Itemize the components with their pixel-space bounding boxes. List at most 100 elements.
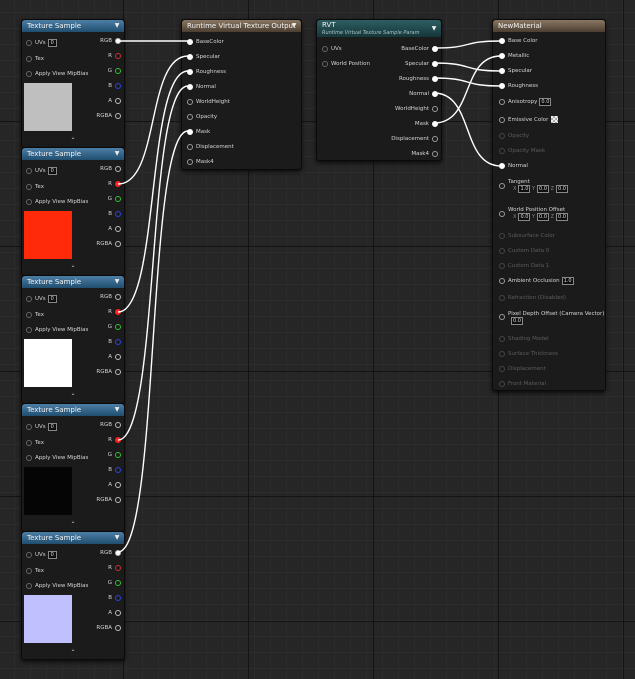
texture-sample-header[interactable]: Texture Sample ▼ (22, 532, 124, 544)
pin-circle-icon[interactable] (26, 56, 32, 62)
texture-sample-node[interactable]: Texture Sample ▼ UVs 0 Tex Apply View Mip… (21, 403, 125, 532)
pin-circle-icon[interactable] (187, 69, 193, 75)
pin-circle-icon[interactable] (115, 38, 121, 44)
pin-circle-icon[interactable] (26, 583, 32, 589)
pin-circle-icon[interactable] (115, 53, 121, 59)
pin-circle-icon[interactable] (499, 211, 505, 217)
pin-circle-icon[interactable] (115, 196, 121, 202)
pin-circle-icon[interactable] (115, 309, 121, 315)
chevron-down-icon[interactable]: ▼ (113, 148, 121, 160)
uvs-input[interactable]: 0 (47, 551, 57, 559)
pin-circle-icon[interactable] (432, 106, 438, 112)
pin-circle-icon[interactable] (26, 184, 32, 190)
pin-circle-icon[interactable] (115, 467, 121, 473)
pin-circle-icon[interactable] (115, 550, 121, 556)
pin-circle-icon[interactable] (26, 312, 32, 318)
pin-circle-icon[interactable] (115, 452, 121, 458)
pin-circle-icon[interactable] (499, 163, 505, 169)
pin-circle-icon[interactable] (115, 437, 121, 443)
anisotropy-input[interactable]: 0.0 (539, 98, 552, 106)
rvt-sample-header[interactable]: RVT Runtime Virtual Texture Sample Param… (317, 20, 441, 37)
pin-circle-icon[interactable] (115, 482, 121, 488)
pin-circle-icon[interactable] (322, 46, 328, 52)
pin-circle-icon[interactable] (26, 455, 32, 461)
pin-circle-icon[interactable] (432, 91, 438, 97)
pin-circle-icon[interactable] (115, 113, 121, 119)
pin-circle-icon[interactable] (26, 199, 32, 205)
pin-circle-icon[interactable] (499, 314, 505, 320)
wpo-z-input[interactable]: 0.0 (556, 213, 568, 221)
chevron-down-icon[interactable]: ▼ (113, 532, 121, 544)
tangent-x-input[interactable]: 1.0 (518, 185, 531, 193)
pin-circle-icon[interactable] (432, 151, 438, 157)
texture-sample-node[interactable]: Texture Sample ▼ UVs 0 Tex Apply View Mip… (21, 531, 125, 660)
pin-circle-icon[interactable] (26, 71, 32, 77)
material-header[interactable]: NewMaterial (493, 20, 605, 32)
pin-circle-icon[interactable] (115, 181, 121, 187)
uvs-input[interactable]: 0 (47, 295, 57, 303)
pin-circle-icon[interactable] (499, 183, 505, 189)
pin-circle-icon[interactable] (115, 166, 121, 172)
pin-circle-icon[interactable] (187, 129, 193, 135)
chevron-down-icon[interactable]: ▼ (113, 20, 121, 32)
chevron-down-icon[interactable]: ⌄ (69, 646, 77, 654)
chevron-down-icon[interactable]: ⌄ (69, 518, 77, 526)
pin-circle-icon[interactable] (26, 40, 32, 46)
pin-circle-icon[interactable] (115, 211, 121, 217)
pin-circle-icon[interactable] (115, 422, 121, 428)
texture-sample-header[interactable]: Texture Sample ▼ (22, 20, 124, 32)
pin-circle-icon[interactable] (187, 84, 193, 90)
material-result-node[interactable]: NewMaterial Base Color Metallic Specular… (492, 19, 606, 391)
chevron-down-icon[interactable]: ⌄ (69, 262, 77, 270)
pin-circle-icon[interactable] (115, 354, 121, 360)
pin-circle-icon[interactable] (499, 278, 505, 284)
tangent-y-input[interactable]: 0.0 (537, 185, 549, 193)
pin-circle-icon[interactable] (499, 53, 505, 59)
pin-circle-icon[interactable] (26, 568, 32, 574)
rvt-sample-node[interactable]: RVT Runtime Virtual Texture Sample Param… (316, 19, 442, 161)
pin-circle-icon[interactable] (432, 61, 438, 67)
pin-circle-icon[interactable] (187, 144, 193, 150)
pin-circle-icon[interactable] (115, 369, 121, 375)
pdo-input[interactable]: 0.0 (511, 317, 523, 325)
texture-sample-header[interactable]: Texture Sample ▼ (22, 148, 124, 160)
pin-circle-icon[interactable] (499, 117, 505, 123)
pin-circle-icon[interactable] (115, 324, 121, 330)
pin-circle-icon[interactable] (115, 580, 121, 586)
pin-circle-icon[interactable] (432, 136, 438, 142)
pin-circle-icon[interactable] (26, 440, 32, 446)
pin-circle-icon[interactable] (115, 98, 121, 104)
pin-circle-icon[interactable] (26, 424, 32, 430)
ao-input[interactable]: 1.0 (561, 277, 574, 285)
pin-circle-icon[interactable] (115, 610, 121, 616)
texture-sample-node[interactable]: Texture Sample ▼ UVs 0 Tex Apply View Mip… (21, 147, 125, 276)
pin-circle-icon[interactable] (499, 38, 505, 44)
texture-sample-node[interactable]: Texture Sample ▼ UVs 0 Tex Apply View Mip… (21, 19, 125, 148)
pin-circle-icon[interactable] (187, 99, 193, 105)
pin-circle-icon[interactable] (115, 68, 121, 74)
pin-circle-icon[interactable] (115, 595, 121, 601)
pin-circle-icon[interactable] (26, 552, 32, 558)
pin-circle-icon[interactable] (432, 76, 438, 82)
pin-circle-icon[interactable] (499, 99, 505, 105)
pin-circle-icon[interactable] (322, 61, 328, 67)
rvt-output-node[interactable]: Runtime Virtual Texture Output ▼ BaseCol… (181, 19, 302, 170)
pin-circle-icon[interactable] (187, 54, 193, 60)
chevron-down-icon[interactable]: ▼ (113, 404, 121, 416)
wpo-y-input[interactable]: 0.0 (537, 213, 549, 221)
pin-circle-icon[interactable] (499, 68, 505, 74)
pin-circle-icon[interactable] (187, 159, 193, 165)
color-swatch-icon[interactable] (551, 116, 559, 123)
pin-circle-icon[interactable] (115, 497, 121, 503)
rvt-output-header[interactable]: Runtime Virtual Texture Output ▼ (182, 20, 301, 32)
pin-circle-icon[interactable] (115, 226, 121, 232)
pin-circle-icon[interactable] (187, 39, 193, 45)
pin-circle-icon[interactable] (115, 625, 121, 631)
pin-circle-icon[interactable] (115, 241, 121, 247)
pin-circle-icon[interactable] (115, 83, 121, 89)
pin-circle-icon[interactable] (115, 565, 121, 571)
chevron-down-icon[interactable]: ⌄ (69, 390, 77, 398)
chevron-down-icon[interactable]: ▼ (290, 20, 298, 32)
pin-circle-icon[interactable] (115, 294, 121, 300)
chevron-down-icon[interactable]: ▼ (430, 23, 438, 35)
